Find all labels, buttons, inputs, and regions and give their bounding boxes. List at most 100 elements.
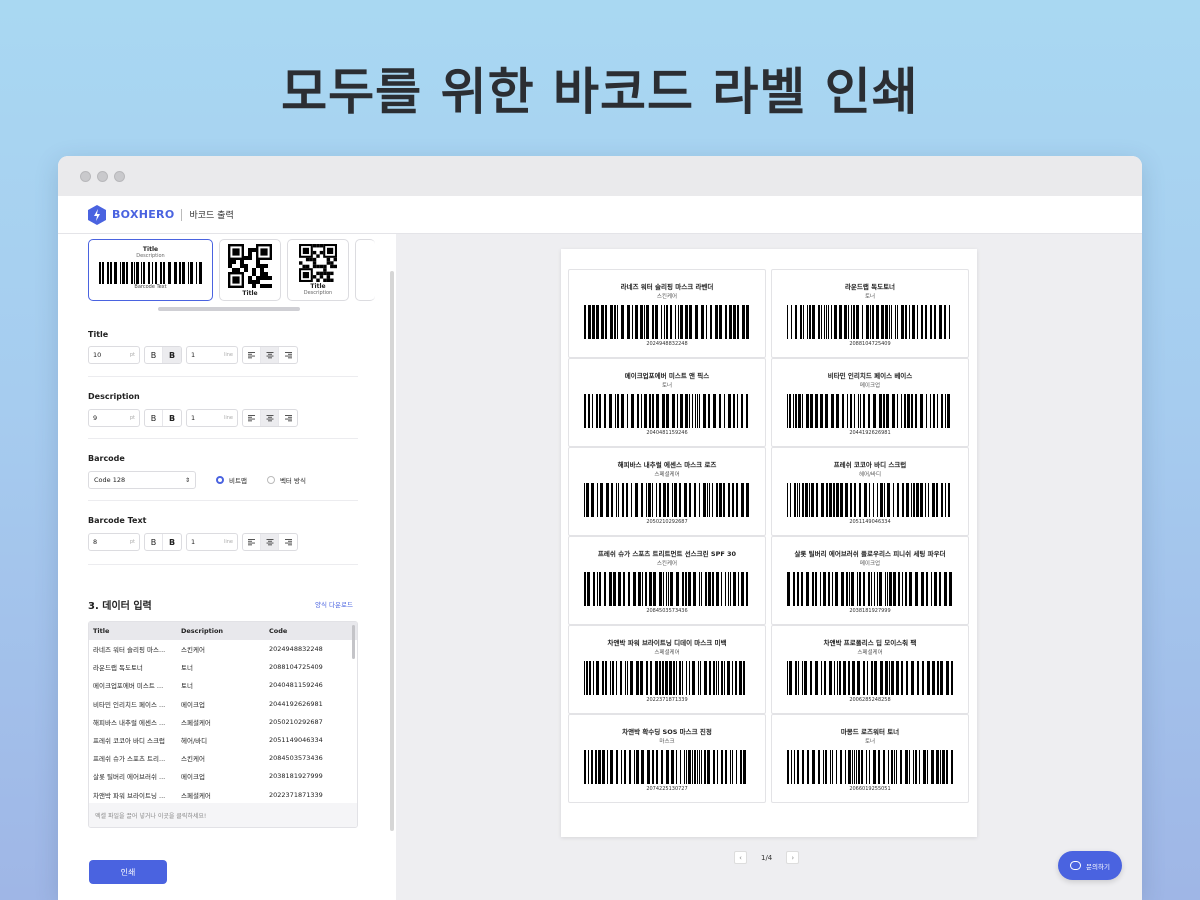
barcode-label[interactable]: 프레쉬 슈가 스포츠 트리트먼트 선스크린 SPF 30 스킨케어 20845035… xyxy=(568,536,766,625)
label-description: 스킨케어 xyxy=(656,294,678,300)
barcode-text-bold-toggle: BB xyxy=(144,533,182,551)
align-left-icon[interactable] xyxy=(243,347,261,363)
print-button[interactable]: 인쇄 xyxy=(89,860,167,884)
radio-bitmap[interactable]: 비트맵 xyxy=(216,475,247,485)
table-row[interactable]: 해피바스 내추럴 에센스 ... 스페셜케어 2050210292687 xyxy=(89,713,357,731)
align-left-icon[interactable] xyxy=(243,410,261,426)
divider xyxy=(88,438,358,439)
align-right-icon[interactable] xyxy=(279,534,297,550)
barcode-label[interactable]: 해피바스 내추럴 에센스 마스크 로즈 스페셜케어 2050210292687 xyxy=(568,447,766,536)
column-header-title[interactable]: Title xyxy=(89,627,177,635)
window-close-dot[interactable] xyxy=(80,171,91,182)
radio-vector[interactable]: 벡터 방식 xyxy=(266,475,306,485)
table-row[interactable]: 라네즈 워터 슬리핑 마스... 스킨케어 2024948832248 xyxy=(89,640,357,658)
table-row[interactable]: 라운드랩 독도토너 토너 2088104725409 xyxy=(89,658,357,676)
template-card-qr-title[interactable]: Title xyxy=(219,239,281,301)
template-scrollbar[interactable] xyxy=(158,307,300,311)
align-right-icon[interactable] xyxy=(279,410,297,426)
table-scrollbar[interactable] xyxy=(352,625,355,659)
column-header-code[interactable]: Code xyxy=(265,627,350,635)
prev-page-button[interactable]: ‹ xyxy=(734,851,747,864)
chat-icon xyxy=(1070,861,1082,870)
table-cell: 라운드랩 독도토너 xyxy=(93,664,143,673)
table-row[interactable]: 차앤박 파워 브라이트닝 ... 스페셜케어 2022371871339 xyxy=(89,786,357,804)
window-minimize-dot[interactable] xyxy=(97,171,108,182)
description-lines-input[interactable]: 1 line xyxy=(186,409,238,427)
barcode-text-font-size-input[interactable]: 8 pt xyxy=(88,533,140,551)
divider xyxy=(88,376,358,377)
label-code: 2044192626981 xyxy=(849,430,891,436)
boxhero-logo[interactable]: BOXHERO xyxy=(88,204,175,225)
table-row[interactable]: 메이크업포에버 미스트 ... 토너 2040481159246 xyxy=(89,676,357,694)
align-center-icon[interactable] xyxy=(261,410,279,426)
barcode-label[interactable]: 라네즈 워터 슬리핑 마스크 라벤더 스킨케어 2024948832248 xyxy=(568,269,766,358)
barcode-text-font-size-value: 8 xyxy=(93,538,98,546)
unit-label: line xyxy=(223,415,233,421)
contact-button[interactable]: 문의하기 xyxy=(1058,851,1122,880)
barcode-graphic xyxy=(584,750,746,784)
label-title: 프레쉬 슈가 스포츠 트리트먼트 선스크린 SPF 30 xyxy=(597,550,737,558)
barcode-controls: Code 128 ⇕ 비트맵 벡터 방식 xyxy=(88,471,306,489)
unit-label: pt xyxy=(129,539,135,545)
bold-on-button[interactable]: B xyxy=(163,410,181,426)
title-lines-input[interactable]: 1 line xyxy=(186,346,238,364)
label-description: 스페셜케어 xyxy=(857,650,883,656)
label-title: 살롯 틸버리 에어브러쉬 플로우리스 피니쉬 세팅 파우더 xyxy=(794,550,946,558)
title-font-size-input[interactable]: 10 pt xyxy=(88,346,140,364)
radio-circle-selected xyxy=(216,476,224,484)
table-cell: 프레쉬 슈가 스포츠 트리... xyxy=(93,755,166,764)
settings-panel: Title Description Barcode Text Title Tit… xyxy=(58,234,396,900)
barcode-type-select[interactable]: Code 128 ⇕ xyxy=(88,471,196,489)
template-card-qr-title-desc[interactable]: Title Description xyxy=(287,239,349,301)
align-right-icon[interactable] xyxy=(279,347,297,363)
barcode-graphic xyxy=(787,483,950,517)
template-title: Title xyxy=(310,283,326,290)
align-center-icon[interactable] xyxy=(261,347,279,363)
barcode-text-lines-input[interactable]: 1 line xyxy=(186,533,238,551)
barcode-label[interactable]: 차앤박 파워 브라이트닝 디데이 마스크 미백 스페셜케어 202237187133… xyxy=(568,625,766,714)
table-cell: 2050210292687 xyxy=(269,717,323,726)
barcode-label[interactable]: 프레쉬 코코아 바디 스크럽 헤어/바디 2051149046334 xyxy=(771,447,969,536)
label-code: 2040481159246 xyxy=(646,430,688,436)
data-table: Title Description Code 라네즈 워터 슬리핑 마스... 스… xyxy=(88,621,358,828)
unit-label: line xyxy=(223,352,233,358)
browser-window: BOXHERO 바코드 출력 Title Description Barcode… xyxy=(58,156,1142,900)
logo-text: BOXHERO xyxy=(112,208,175,221)
table-row[interactable]: 비타민 인리치드 페이스 ... 메이크업 2044192626981 xyxy=(89,695,357,713)
label-description: 마스크 xyxy=(659,739,675,745)
barcode-type-value: Code 128 xyxy=(94,476,126,484)
settings-scrollbar[interactable] xyxy=(390,271,394,831)
bold-off-button[interactable]: B xyxy=(145,347,163,363)
template-download-link[interactable]: 양식 다운로드 xyxy=(315,599,353,609)
window-maximize-dot[interactable] xyxy=(114,171,125,182)
description-font-size-input[interactable]: 9 pt xyxy=(88,409,140,427)
barcode-label[interactable]: 살롯 틸버리 에어브러쉬 플로우리스 피니쉬 세팅 파우더 메이크업 2038181… xyxy=(771,536,969,625)
align-left-icon[interactable] xyxy=(243,534,261,550)
barcode-label[interactable]: 라운드랩 독도토너 토너 2088104725409 xyxy=(771,269,969,358)
bold-off-button[interactable]: B xyxy=(145,534,163,550)
table-cell: 스페셜케어 xyxy=(181,718,211,727)
barcode-label[interactable]: 차앤박 프로폴리스 딥 모이스춰 팩 스페셜케어 2006285248258 xyxy=(771,625,969,714)
barcode-label[interactable]: 차앤박 확수딩 SOS 마스크 진정 마스크 2074225130727 xyxy=(568,714,766,803)
table-header: Title Description Code xyxy=(89,622,357,640)
column-header-description[interactable]: Description xyxy=(177,627,265,635)
file-drop-zone[interactable]: 엑셀 파일을 끌어 넣거나 이곳을 클릭하세요! xyxy=(89,803,357,827)
bold-on-button[interactable]: B xyxy=(163,534,181,550)
barcode-setting-label: Barcode xyxy=(88,454,125,463)
bold-on-button[interactable]: B xyxy=(163,347,181,363)
barcode-label[interactable]: 비타민 인리치드 페이스 베이스 메이크업 2044192626981 xyxy=(771,358,969,447)
bold-off-button[interactable]: B xyxy=(145,410,163,426)
table-row[interactable]: 프레쉬 코코아 바디 스크럽 헤어/바디 2051149046334 xyxy=(89,731,357,749)
title-font-size-value: 10 xyxy=(93,351,102,359)
table-cell: 프레쉬 코코아 바디 스크럽 xyxy=(93,737,165,746)
template-card-partial[interactable] xyxy=(355,239,375,301)
template-card-barcode[interactable]: Title Description Barcode Text xyxy=(88,239,213,301)
barcode-graphic xyxy=(787,572,952,606)
table-row[interactable]: 프레쉬 슈가 스포츠 트리... 스킨케어 2084503573436 xyxy=(89,749,357,767)
barcode-label[interactable]: 마몽드 로즈워터 토너 토너 2066019255051 xyxy=(771,714,969,803)
barcode-label[interactable]: 메이크업포에버 미스트 앤 픽스 토너 2040481159246 xyxy=(568,358,766,447)
next-page-button[interactable]: › xyxy=(786,851,800,864)
align-center-icon[interactable] xyxy=(261,534,279,550)
radio-label: 벡터 방식 xyxy=(279,477,306,485)
table-row[interactable]: 살롯 틸버리 에어브러쉬 ... 메이크업 2038181927999 xyxy=(89,767,357,785)
